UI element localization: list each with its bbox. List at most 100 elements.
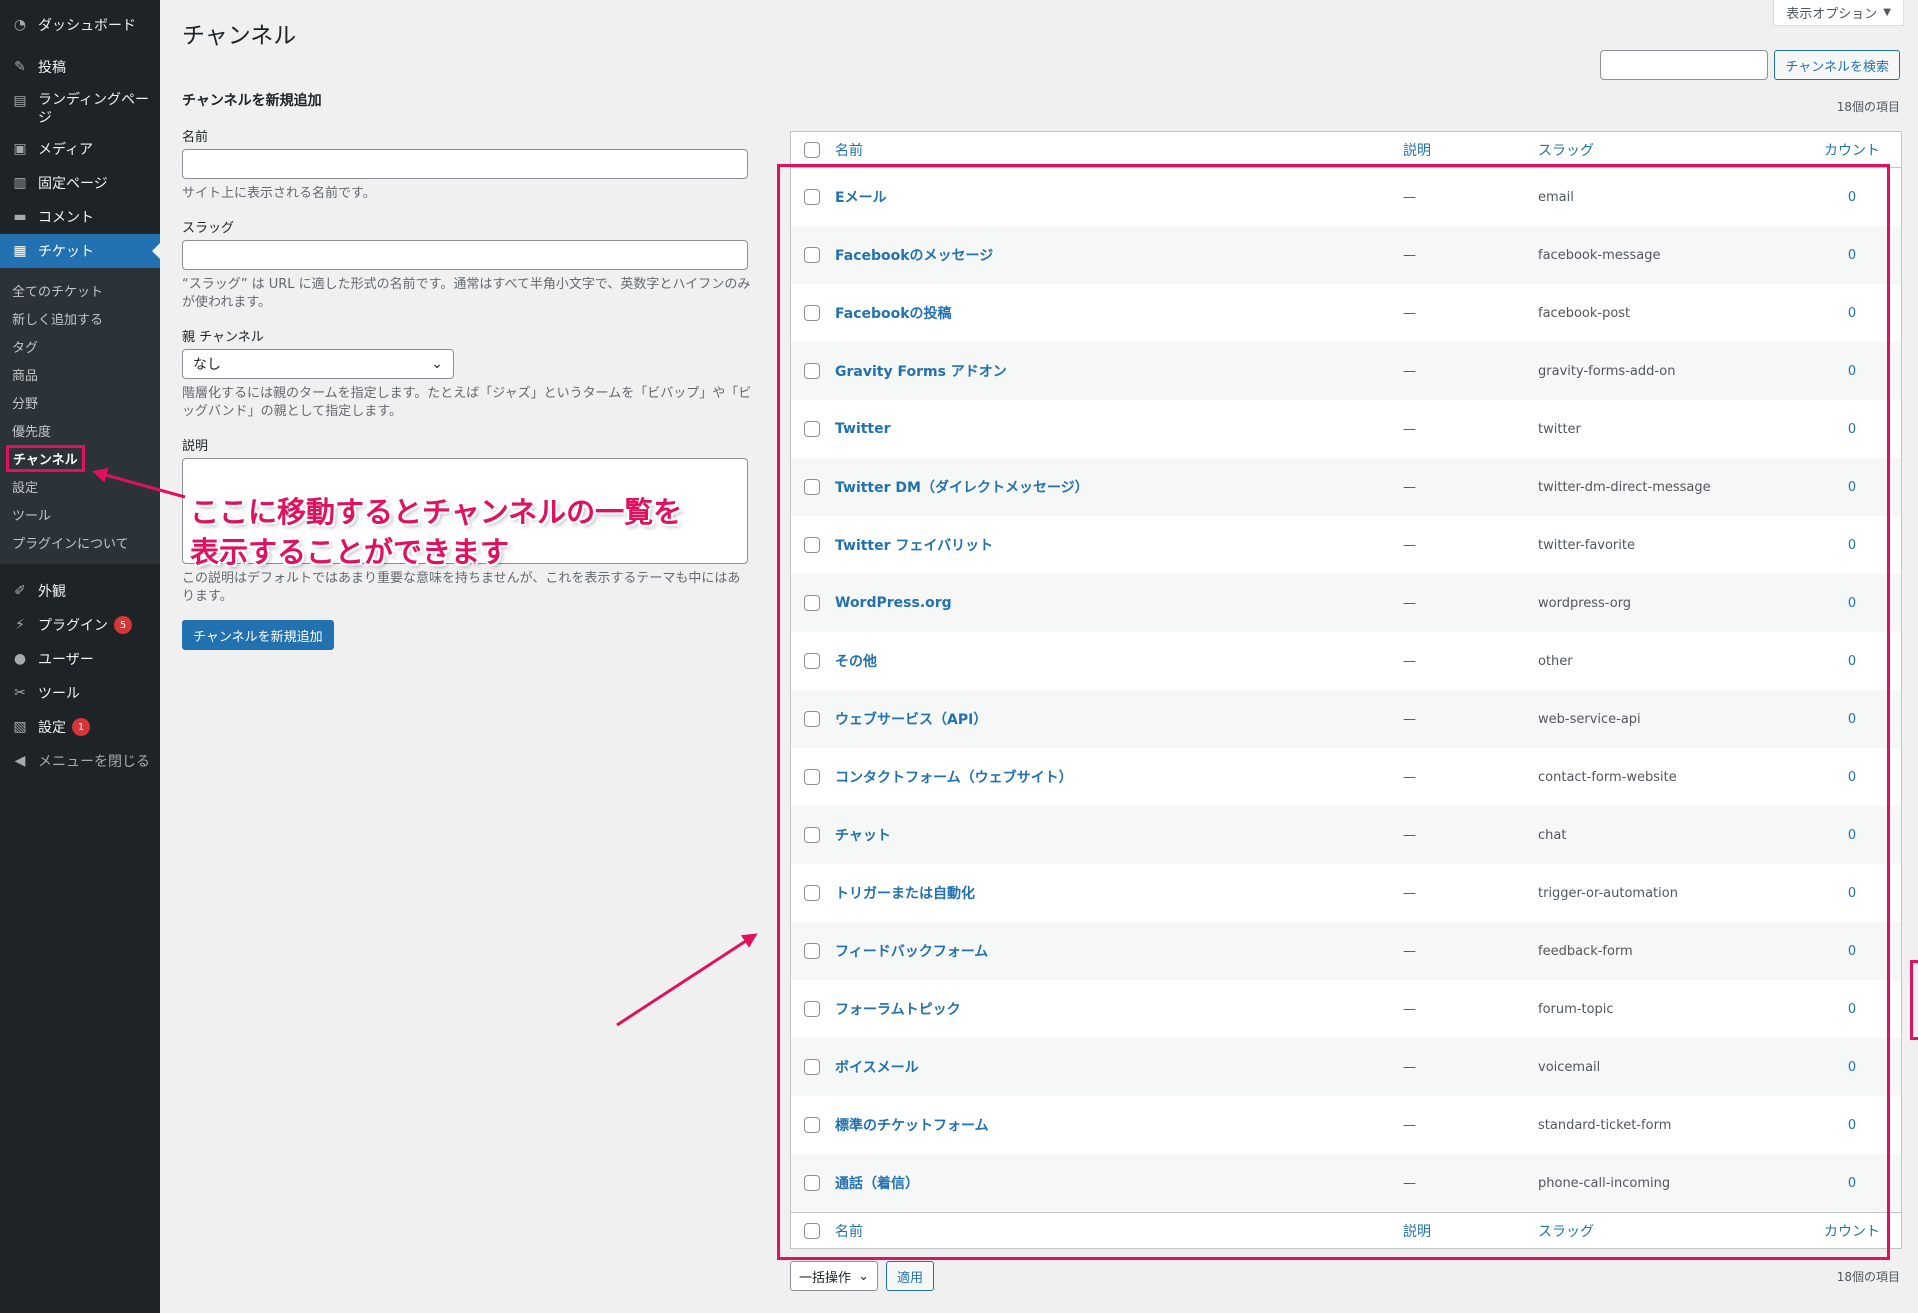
column-slug[interactable]: スラッグ: [1538, 140, 1803, 160]
row-count-link[interactable]: 0: [1803, 306, 1901, 321]
row-count-link[interactable]: 0: [1803, 944, 1901, 959]
row-count-link[interactable]: 0: [1803, 480, 1901, 495]
menu-tickets[interactable]: ▦ チケット: [0, 234, 160, 268]
row-name-link[interactable]: Twitter フェイバリット: [833, 535, 1403, 555]
submenu-settings[interactable]: 設定: [0, 472, 160, 500]
row-description: —: [1403, 1175, 1416, 1191]
column-slug-footer[interactable]: スラッグ: [1538, 1221, 1803, 1241]
column-count[interactable]: カウント: [1803, 140, 1901, 160]
row-name-link[interactable]: WordPress.org: [833, 595, 1403, 611]
menu-dashboard[interactable]: ◔ ダッシュボード: [0, 0, 160, 50]
submenu-channels[interactable]: チャンネル: [0, 444, 160, 472]
row-checkbox[interactable]: [804, 305, 820, 321]
screen-options-button[interactable]: 表示オプション ▼: [1773, 0, 1904, 26]
row-checkbox[interactable]: [804, 1001, 820, 1017]
row-count-link[interactable]: 0: [1803, 1002, 1901, 1017]
row-checkbox[interactable]: [804, 537, 820, 553]
column-description-footer[interactable]: 説明: [1403, 1221, 1538, 1241]
menu-appearance[interactable]: ✐ 外観: [0, 574, 160, 608]
row-count-link[interactable]: 0: [1803, 422, 1901, 437]
row-checkbox[interactable]: [804, 1175, 820, 1191]
row-name-link[interactable]: 通話（着信）: [833, 1173, 1403, 1193]
menu-users[interactable]: ● ユーザー: [0, 642, 160, 676]
row-name-link[interactable]: コンタクトフォーム（ウェブサイト）: [833, 767, 1403, 787]
submenu-departments[interactable]: 分野: [0, 388, 160, 416]
row-count-link[interactable]: 0: [1803, 770, 1901, 785]
submenu-tools[interactable]: ツール: [0, 500, 160, 528]
row-checkbox[interactable]: [804, 653, 820, 669]
column-count-footer[interactable]: カウント: [1803, 1221, 1901, 1241]
row-name-link[interactable]: フォーラムトピック: [833, 999, 1403, 1019]
menu-pages[interactable]: ▥ 固定ページ: [0, 166, 160, 200]
row-count-link[interactable]: 0: [1803, 654, 1901, 669]
row-checkbox[interactable]: [804, 827, 820, 843]
row-checkbox[interactable]: [804, 1059, 820, 1075]
row-checkbox[interactable]: [804, 885, 820, 901]
menu-posts[interactable]: ✎ 投稿: [0, 50, 160, 84]
bulk-action-select[interactable]: 一括操作 ⌄: [790, 1261, 878, 1291]
column-description[interactable]: 説明: [1403, 140, 1538, 160]
submenu-add-new[interactable]: 新しく追加する: [0, 304, 160, 332]
row-count-link[interactable]: 0: [1803, 1118, 1901, 1133]
apply-button[interactable]: 適用: [886, 1261, 935, 1291]
submenu-tags[interactable]: タグ: [0, 332, 160, 360]
row-checkbox[interactable]: [804, 769, 820, 785]
row-name-link[interactable]: チャット: [833, 825, 1403, 845]
add-channel-button[interactable]: チャンネルを新規追加: [182, 620, 334, 650]
row-count-link[interactable]: 0: [1803, 248, 1901, 263]
row-name-link[interactable]: ボイスメール: [833, 1057, 1403, 1077]
name-input[interactable]: [182, 149, 748, 179]
row-description: —: [1403, 1001, 1416, 1017]
menu-plugins[interactable]: ⚡ プラグイン 5: [0, 608, 160, 642]
submenu-all-tickets[interactable]: 全てのチケット: [0, 276, 160, 304]
row-checkbox[interactable]: [804, 1117, 820, 1133]
row-count-link[interactable]: 0: [1803, 712, 1901, 727]
row-count-link[interactable]: 0: [1803, 886, 1901, 901]
row-description: —: [1403, 421, 1416, 437]
menu-collapse[interactable]: ◀ メニューを閉じる: [0, 744, 160, 778]
row-name-link[interactable]: Twitter: [833, 421, 1403, 437]
row-count-link[interactable]: 0: [1803, 364, 1901, 379]
row-count-link[interactable]: 0: [1803, 1176, 1901, 1191]
row-checkbox[interactable]: [804, 247, 820, 263]
row-checkbox[interactable]: [804, 595, 820, 611]
select-all-checkbox-footer[interactable]: [804, 1222, 820, 1239]
submenu-priority[interactable]: 優先度: [0, 416, 160, 444]
parent-select[interactable]: なし ⌄: [182, 349, 454, 379]
row-checkbox[interactable]: [804, 189, 820, 205]
column-name[interactable]: 名前: [833, 140, 1403, 160]
column-name-footer[interactable]: 名前: [833, 1221, 1403, 1241]
row-name-link[interactable]: Gravity Forms アドオン: [833, 361, 1403, 381]
row-name-link[interactable]: Twitter DM（ダイレクトメッセージ）: [833, 477, 1403, 497]
row-name-link[interactable]: ウェブサービス（API）: [833, 709, 1403, 729]
submenu-products[interactable]: 商品: [0, 360, 160, 388]
row-name-link[interactable]: フィードバックフォーム: [833, 941, 1403, 961]
slug-input[interactable]: [182, 240, 748, 270]
submenu-about-plugin[interactable]: プラグインについて: [0, 528, 160, 556]
row-name-link[interactable]: トリガーまたは自動化: [833, 883, 1403, 903]
row-name-link[interactable]: 標準のチケットフォーム: [833, 1115, 1403, 1135]
row-name-link[interactable]: Facebookのメッセージ: [833, 245, 1403, 265]
row-checkbox[interactable]: [804, 711, 820, 727]
search-button[interactable]: チャンネルを検索: [1774, 50, 1900, 80]
menu-comments[interactable]: ▬ コメント: [0, 200, 160, 234]
row-count-link[interactable]: 0: [1803, 596, 1901, 611]
row-count-link[interactable]: 0: [1803, 538, 1901, 553]
row-name-link[interactable]: Eメール: [833, 187, 1403, 207]
menu-media[interactable]: ▣ メディア: [0, 132, 160, 166]
row-count-link[interactable]: 0: [1803, 828, 1901, 843]
row-name-link[interactable]: Facebookの投稿: [833, 303, 1403, 323]
row-checkbox[interactable]: [804, 479, 820, 495]
select-all-checkbox[interactable]: [804, 141, 820, 158]
row-checkbox[interactable]: [804, 421, 820, 437]
menu-settings[interactable]: ▧ 設定 1: [0, 710, 160, 744]
row-slug: other: [1538, 653, 1573, 669]
row-count-link[interactable]: 0: [1803, 190, 1901, 205]
row-name-link[interactable]: その他: [833, 651, 1403, 671]
menu-tools[interactable]: ✂ ツール: [0, 676, 160, 710]
row-checkbox[interactable]: [804, 943, 820, 959]
row-count-link[interactable]: 0: [1803, 1060, 1901, 1075]
row-checkbox[interactable]: [804, 363, 820, 379]
menu-landing-pages[interactable]: ▤ ランディングページ: [0, 84, 160, 132]
search-input[interactable]: [1600, 50, 1769, 80]
